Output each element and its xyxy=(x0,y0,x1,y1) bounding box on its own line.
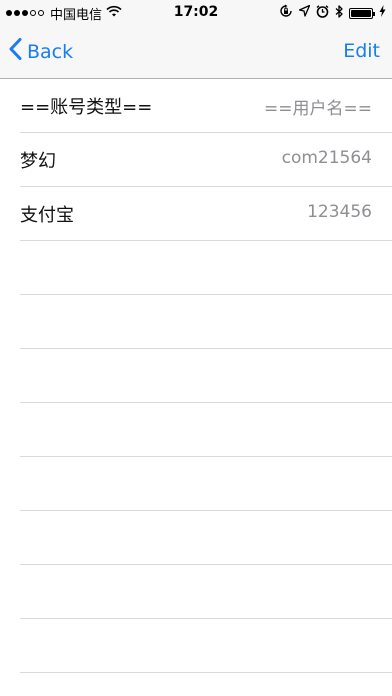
status-bar: 中国电信 17:02 xyxy=(0,0,392,26)
empty-table-row xyxy=(0,295,392,349)
edit-button[interactable]: Edit xyxy=(343,40,380,62)
table-row[interactable]: 梦幻 com21564 xyxy=(0,133,392,187)
navigation-bar: Back Edit xyxy=(0,26,392,79)
back-button-label: Back xyxy=(27,40,74,63)
bluetooth-icon xyxy=(335,4,343,22)
app-screen: 中国电信 17:02 Back Edit ==账号类型== ==用户名== 梦幻… xyxy=(0,0,392,696)
table-header-row: ==账号类型== ==用户名== xyxy=(0,79,392,133)
battery-level xyxy=(351,9,371,17)
row-separator xyxy=(20,672,392,673)
status-bar-right xyxy=(279,4,386,22)
account-type-cell: 梦幻 xyxy=(20,151,56,172)
empty-table-row xyxy=(0,619,392,673)
chevron-left-icon xyxy=(9,38,22,65)
empty-table-row xyxy=(0,349,392,403)
account-type-header: ==账号类型== xyxy=(20,97,153,118)
charging-icon xyxy=(379,5,386,21)
empty-table-row xyxy=(0,511,392,565)
back-button[interactable]: Back xyxy=(9,38,73,65)
empty-table-row xyxy=(0,565,392,619)
alarm-icon xyxy=(316,4,329,22)
empty-table-row xyxy=(0,241,392,295)
empty-table-row xyxy=(0,403,392,457)
location-icon xyxy=(298,4,311,21)
username-cell: com21564 xyxy=(281,148,372,168)
orientation-lock-icon xyxy=(279,4,293,22)
table-row[interactable]: 支付宝 123456 xyxy=(0,187,392,241)
account-table: ==账号类型== ==用户名== 梦幻 com21564 支付宝 123456 xyxy=(0,79,392,696)
battery-icon xyxy=(349,7,375,19)
empty-table-row xyxy=(0,457,392,511)
account-type-cell: 支付宝 xyxy=(20,205,74,226)
username-header: ==用户名== xyxy=(264,99,372,119)
username-cell: 123456 xyxy=(307,202,372,222)
